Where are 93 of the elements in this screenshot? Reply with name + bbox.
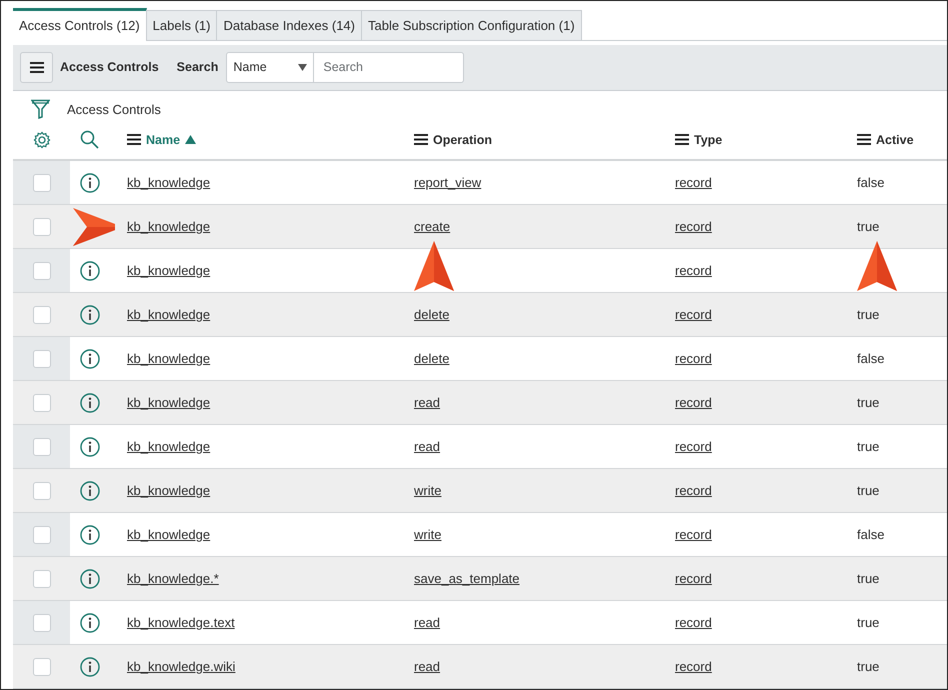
sort-ascending-icon <box>185 135 196 144</box>
name-link[interactable]: kb_knowledge.text <box>127 615 235 630</box>
row-checkbox[interactable] <box>32 482 50 500</box>
active-value: true <box>857 615 880 630</box>
type-link[interactable]: record <box>675 175 712 190</box>
menu-button[interactable] <box>20 52 53 83</box>
filter-icon[interactable] <box>31 99 50 119</box>
type-link[interactable]: record <box>675 263 712 278</box>
list-title: Access Controls <box>60 60 159 74</box>
search-icon[interactable] <box>80 130 99 150</box>
info-icon[interactable] <box>80 172 100 192</box>
operation-link[interactable]: report_view <box>414 175 482 190</box>
active-value: true <box>857 483 880 498</box>
operation-link[interactable]: read <box>414 395 440 410</box>
name-link[interactable]: kb_knowledge <box>127 395 210 410</box>
operation-link[interactable]: create <box>414 219 450 234</box>
operation-link[interactable]: write <box>414 527 442 542</box>
tab[interactable]: Table Subscription Configuration (1) <box>361 10 582 40</box>
row-checkbox[interactable] <box>32 350 50 368</box>
type-link[interactable]: record <box>675 615 712 630</box>
active-value: true <box>857 659 880 674</box>
name-link[interactable]: kb_knowledge.wiki <box>127 659 236 674</box>
row-checkbox[interactable] <box>32 614 50 632</box>
row-checkbox[interactable] <box>32 394 50 412</box>
operation-link[interactable]: read <box>414 659 440 674</box>
name-link[interactable]: kb_knowledge <box>127 307 210 322</box>
type-link[interactable]: record <box>675 527 712 542</box>
tab[interactable]: Access Controls (12) <box>13 8 147 41</box>
row-checkbox[interactable] <box>32 306 50 324</box>
row-checkbox[interactable] <box>32 526 50 544</box>
column-header[interactable]: Active <box>857 132 914 147</box>
type-link[interactable]: record <box>675 307 712 322</box>
operation-link[interactable]: write <box>414 483 442 498</box>
name-link[interactable]: kb_knowledge <box>127 527 210 542</box>
type-link[interactable]: record <box>675 659 712 674</box>
name-link[interactable]: kb_knowledge <box>127 439 210 454</box>
info-icon[interactable] <box>80 260 100 280</box>
active-value: true <box>857 439 880 454</box>
name-link[interactable]: kb_knowledge <box>127 175 210 190</box>
row-checkbox[interactable] <box>32 218 50 236</box>
type-link[interactable]: record <box>675 571 712 586</box>
operation-link[interactable]: delete <box>414 307 450 322</box>
search-field[interactable]: Search <box>314 52 464 83</box>
info-icon[interactable] <box>80 568 100 588</box>
tab[interactable]: Database Indexes (14) <box>216 10 362 40</box>
operation-link[interactable]: read <box>414 439 440 454</box>
row-checkbox[interactable] <box>32 262 50 280</box>
type-link[interactable]: record <box>675 439 712 454</box>
info-icon[interactable] <box>80 304 100 324</box>
name-link[interactable]: kb_knowledge.* <box>127 571 219 586</box>
type-link[interactable]: record <box>675 351 712 366</box>
info-icon[interactable] <box>80 392 100 412</box>
column-header[interactable]: Name <box>127 132 196 147</box>
name-link[interactable]: kb_knowledge <box>127 219 210 234</box>
active-value: false <box>857 175 884 190</box>
active-value: true <box>857 395 880 410</box>
info-icon[interactable] <box>80 656 100 676</box>
row-checkbox[interactable] <box>32 570 50 588</box>
settings-icon[interactable] <box>32 130 50 149</box>
caret-icon <box>298 64 308 71</box>
active-value: true <box>857 571 880 586</box>
menu-icon <box>675 134 689 146</box>
menu-icon <box>127 134 141 146</box>
row-checkbox[interactable] <box>32 658 50 676</box>
active-value: false <box>857 527 884 542</box>
info-icon[interactable] <box>80 348 100 368</box>
field-select[interactable]: Name <box>226 52 314 83</box>
menu-icon <box>414 134 428 146</box>
active-value: true <box>857 219 880 234</box>
menu-icon <box>857 134 871 146</box>
type-link[interactable]: record <box>675 219 712 234</box>
info-icon[interactable] <box>80 612 100 632</box>
search-label: Search <box>176 60 218 74</box>
tab[interactable]: Labels (1) <box>146 10 218 40</box>
operation-link[interactable]: read <box>414 615 440 630</box>
type-link[interactable]: record <box>675 395 712 410</box>
breadcrumb[interactable]: Access Controls <box>67 102 161 116</box>
type-link[interactable]: record <box>675 483 712 498</box>
row-checkbox[interactable] <box>32 438 50 456</box>
column-header[interactable]: Type <box>675 132 722 147</box>
name-link[interactable]: kb_knowledge <box>127 483 210 498</box>
active-value: true <box>857 307 880 322</box>
menu-icon <box>30 62 44 73</box>
operation-link[interactable]: save_as_template <box>414 571 520 586</box>
row-checkbox[interactable] <box>32 174 50 192</box>
info-icon[interactable] <box>80 480 100 500</box>
operation-link[interactable]: delete <box>414 351 450 366</box>
name-link[interactable]: kb_knowledge <box>127 351 210 366</box>
name-link[interactable]: kb_knowledge <box>127 263 210 278</box>
info-icon[interactable] <box>80 524 100 544</box>
info-icon[interactable] <box>80 436 100 456</box>
column-header[interactable]: Operation <box>414 132 492 147</box>
active-value: false <box>857 351 884 366</box>
